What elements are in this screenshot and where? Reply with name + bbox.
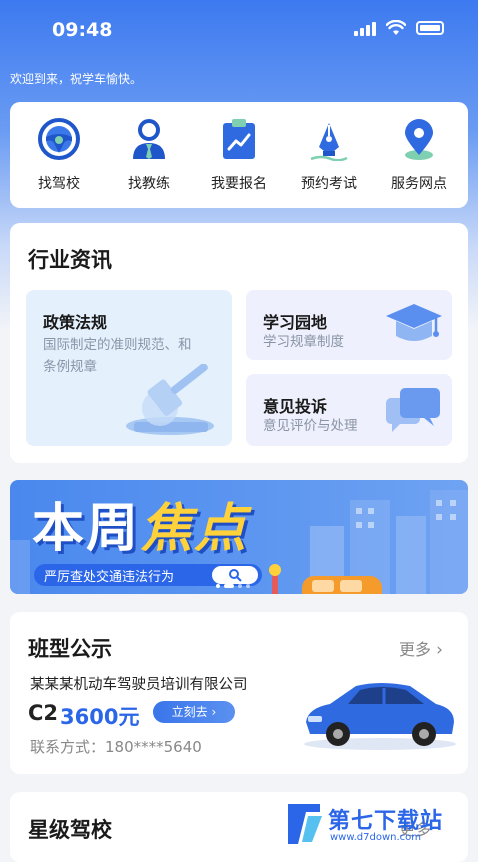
tile-complaint[interactable]: 意见投诉 意见评价与处理: [246, 374, 452, 446]
banner-title: 本周焦点: [32, 486, 248, 561]
pen-icon: [310, 123, 348, 161]
search-icon: [229, 569, 242, 582]
nav-item-find-coach[interactable]: 找教练: [104, 117, 194, 193]
section-title: 星级驾校: [28, 818, 112, 842]
tile-title: 意见投诉: [263, 397, 328, 416]
location-pin-icon: [405, 119, 433, 160]
gavel-icon: [126, 364, 214, 435]
car-illustration: [304, 683, 456, 750]
tile-title: 学习园地: [263, 313, 328, 332]
tile-desc: 意见评价与处理: [263, 418, 358, 434]
quick-nav: 找驾校 找教练 我要报名 预约考试 服务网点: [10, 102, 468, 208]
section-title: 班型公示: [28, 637, 112, 661]
go-now-label: 立刻去: [171, 705, 208, 719]
coach-icon: [133, 119, 165, 159]
tile-desc: 学习规章制度: [263, 334, 344, 350]
nav-item-register[interactable]: 我要报名: [194, 117, 284, 193]
nav-label: 我要报名: [211, 176, 267, 192]
section-title: 行业资讯: [28, 248, 112, 272]
go-now-button[interactable]: 立刻去 ›: [153, 701, 235, 723]
tile-title: 政策法规: [43, 313, 108, 332]
price: 3600元: [60, 705, 140, 729]
chevron-right-icon: ›: [211, 705, 217, 719]
steering-wheel-icon: [38, 118, 80, 160]
tile-policy[interactable]: 政策法规 国际制定的准则规范、和 条例规章: [26, 290, 232, 446]
tile-study[interactable]: 学习园地 学习规章制度: [246, 290, 452, 360]
chat-bubbles-icon: [386, 388, 440, 432]
welcome-text: 欢迎到来，祝学车愉快。: [10, 72, 143, 86]
license-type: C2: [28, 701, 59, 725]
more-link[interactable]: 更多 ›: [399, 636, 443, 660]
nav-item-book-exam[interactable]: 预约考试: [284, 117, 374, 193]
chevron-right-icon: ›: [436, 640, 443, 660]
nav-label: 找驾校: [38, 176, 80, 192]
banner-title-white: 本周: [32, 499, 141, 559]
signal-icon: [354, 20, 376, 36]
tile-desc: 条例规章: [43, 359, 97, 375]
banner-subtitle-bar: 严厉查处交通违法行为: [34, 564, 262, 586]
more-label: 更多: [399, 640, 432, 659]
watermark-text: 第七下载站: [328, 809, 444, 834]
nav-label: 预约考试: [301, 176, 357, 192]
status-time: 09:48: [52, 19, 113, 41]
wifi-icon: [386, 20, 406, 35]
tile-desc: 国际制定的准则规范、和: [43, 337, 192, 353]
contact-info: 联系方式：180****5640: [30, 738, 202, 756]
class-notice-card: 班型公示 更多 › 某某某机动车驾驶员培训有限公司 C2 3600元 立刻去 ›…: [10, 612, 468, 774]
status-bar: 09:48: [0, 0, 478, 60]
banner-title-yellow: 焦点: [140, 499, 249, 559]
school-name: 某某某机动车驾驶员培训有限公司: [30, 677, 248, 693]
banner-subtitle: 严厉查处交通违法行为: [44, 570, 175, 585]
nav-label: 服务网点: [391, 176, 447, 192]
nav-label: 找教练: [128, 176, 170, 192]
banner-pagination: [216, 584, 250, 588]
battery-icon: [416, 21, 444, 35]
focus-banner[interactable]: 本周焦点 严厉查处交通违法行为: [10, 480, 468, 594]
nav-item-service-points[interactable]: 服务网点: [374, 117, 464, 193]
watermark-url: www.d7down.com: [330, 832, 422, 843]
status-icons: [354, 20, 444, 36]
site-logo-icon: [288, 804, 322, 844]
industry-news-card: 行业资讯 政策法规 国际制定的准则规范、和 条例规章 学习园地 学习规章制度 意…: [10, 223, 468, 463]
banner-search-pill: [212, 566, 258, 584]
clipboard-chart-icon: [223, 119, 255, 159]
graduation-cap-icon: [386, 304, 442, 341]
nav-item-find-school[interactable]: 找驾校: [14, 117, 104, 193]
